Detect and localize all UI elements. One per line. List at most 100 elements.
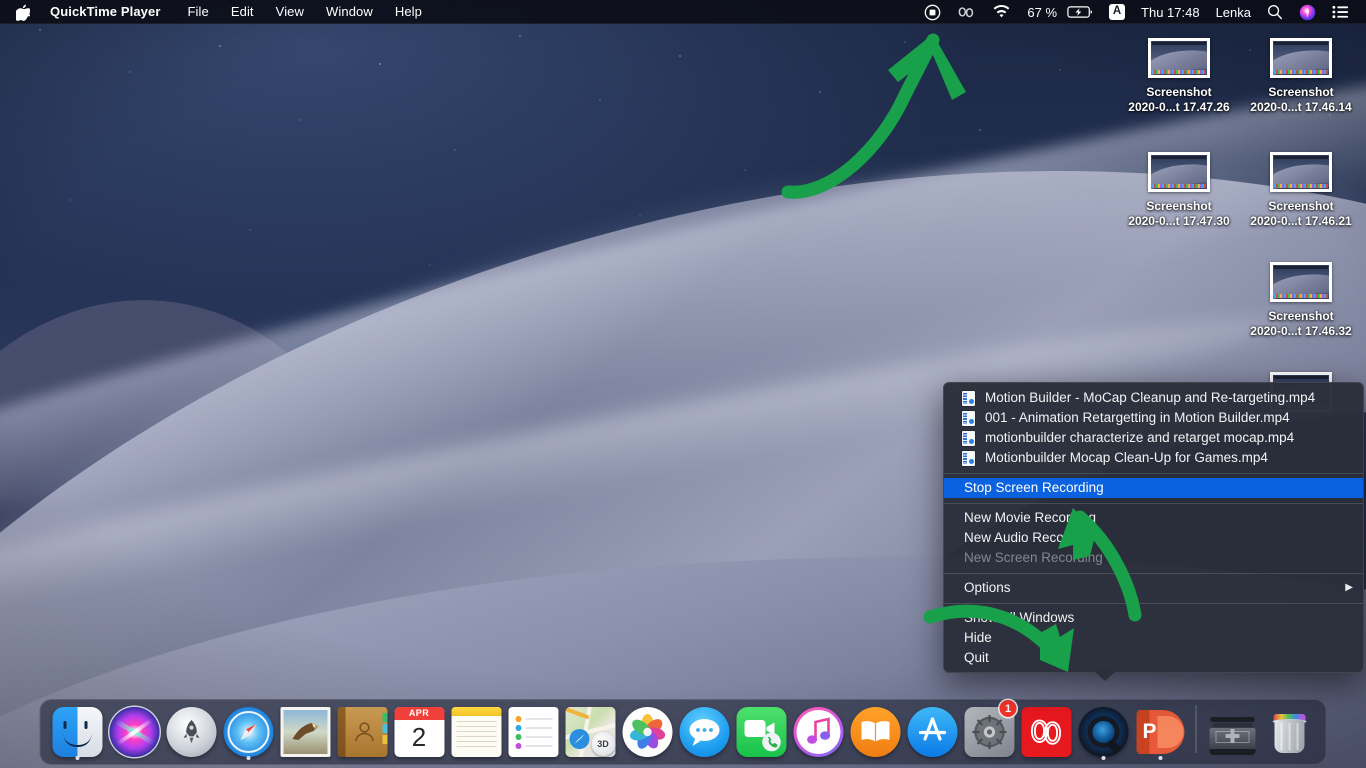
creative-cloud-icon bbox=[1021, 707, 1071, 757]
menubar-clock[interactable]: Thu 17:48 bbox=[1133, 0, 1208, 24]
dock-item-siri[interactable]: Siri bbox=[106, 698, 163, 760]
menubar-app-name[interactable]: QuickTime Player bbox=[40, 0, 176, 24]
menu-item-label: Motion Builder - MoCap Cleanup and Re-ta… bbox=[985, 390, 1316, 405]
screenshot-thumbnail bbox=[1148, 152, 1210, 192]
siri-icon[interactable] bbox=[1291, 0, 1324, 24]
desktop-icon-label-line2: 2020-0...t 17.46.32 bbox=[1250, 324, 1352, 338]
desktop-screen: QuickTime Player File Edit View Window H… bbox=[0, 0, 1366, 768]
search-icon[interactable] bbox=[1259, 0, 1291, 24]
dock-item-notes[interactable]: Notes bbox=[448, 698, 505, 760]
menubar-menu-help[interactable]: Help bbox=[384, 0, 433, 24]
wifi-icon[interactable] bbox=[984, 0, 1019, 24]
desktop-icon-screenshot-4[interactable]: Screenshot 2020-0...t 17.46.21 bbox=[1238, 152, 1364, 229]
menu-pointer-triangle bbox=[1094, 671, 1116, 681]
dock-item-quicktime-player[interactable]: QuickTime Player bbox=[1075, 698, 1132, 760]
desktop-icon-screenshot-1[interactable]: Screenshot 2020-0...t 17.47.26 bbox=[1116, 38, 1242, 115]
menu-bar: QuickTime Player File Edit View Window H… bbox=[0, 0, 1366, 24]
menu-separator bbox=[944, 503, 1363, 504]
menu-item-recent-file[interactable]: motionbuilder characterize and retarget … bbox=[944, 428, 1363, 448]
movie-file-icon bbox=[962, 410, 975, 426]
menu-item-label: New Screen Recording bbox=[964, 550, 1103, 565]
running-indicator bbox=[1158, 756, 1162, 760]
dock-item-creative-cloud[interactable]: Adobe Creative Cloud bbox=[1018, 698, 1075, 760]
screenshot-thumbnail bbox=[1270, 262, 1332, 302]
trash-icon bbox=[1264, 707, 1314, 757]
dock-item-itunes[interactable]: iTunes bbox=[790, 698, 847, 760]
dock-item-downloads-stack[interactable]: Downloads bbox=[1204, 698, 1261, 760]
desktop-icon-label-line2: 2020-0...t 17.46.14 bbox=[1250, 100, 1352, 114]
menubar-menu-edit[interactable]: Edit bbox=[220, 0, 265, 24]
dock-item-books[interactable]: Books bbox=[847, 698, 904, 760]
menu-item-label: Motionbuilder Mocap Clean-Up for Games.m… bbox=[985, 450, 1268, 465]
running-indicator bbox=[75, 756, 79, 760]
stop-recording-icon[interactable] bbox=[916, 0, 949, 24]
apple-logo-icon[interactable] bbox=[12, 4, 40, 21]
messages-icon bbox=[679, 707, 729, 757]
movie-file-icon bbox=[962, 450, 975, 466]
list-icon[interactable] bbox=[1324, 0, 1357, 24]
powerpoint-icon: P bbox=[1135, 707, 1185, 757]
dock-item-reminders[interactable]: Reminders bbox=[505, 698, 562, 760]
menu-item-show-all-windows[interactable]: Show All Windows bbox=[944, 608, 1363, 628]
creative-cloud-icon[interactable] bbox=[949, 0, 984, 24]
dock: Finder Siri Launchpad bbox=[39, 698, 1327, 765]
desktop-icon-screenshot-2[interactable]: Screenshot 2020-0...t 17.46.14 bbox=[1238, 38, 1364, 115]
dock-item-app-store[interactable]: App Store bbox=[904, 698, 961, 760]
menu-item-new-movie-recording[interactable]: New Movie Recording bbox=[944, 508, 1363, 528]
desktop-icon-label-line1: Screenshot bbox=[1268, 85, 1334, 99]
notification-badge: 1 bbox=[999, 700, 1017, 717]
dock-item-calendar[interactable]: APR 2 Calendar bbox=[391, 698, 448, 760]
dock-item-mail[interactable]: Mail bbox=[277, 698, 334, 760]
menubar-menu-file[interactable]: File bbox=[176, 0, 219, 24]
reminders-icon bbox=[508, 707, 558, 757]
launchpad-icon bbox=[166, 707, 216, 757]
dock-item-powerpoint[interactable]: P Microsoft PowerPoint bbox=[1132, 698, 1189, 760]
menu-item-new-audio-recording[interactable]: New Audio Recording bbox=[944, 528, 1363, 548]
menubar-menu-window[interactable]: Window bbox=[315, 0, 384, 24]
desktop-icon-screenshot-5[interactable]: Screenshot 2020-0...t 17.46.32 bbox=[1238, 262, 1364, 339]
menu-item-hide[interactable]: Hide bbox=[944, 628, 1363, 648]
menu-item-stop-screen-recording[interactable]: Stop Screen Recording bbox=[944, 478, 1363, 498]
desktop-icon-screenshot-3[interactable]: Screenshot 2020-0...t 17.47.30 bbox=[1116, 152, 1242, 229]
menu-separator bbox=[944, 473, 1363, 474]
desktop-icon-label-line2: 2020-0...t 17.46.21 bbox=[1250, 214, 1352, 228]
menubar-user-name[interactable]: Lenka bbox=[1208, 0, 1259, 24]
menu-item-recent-file[interactable]: Motionbuilder Mocap Clean-Up for Games.m… bbox=[944, 448, 1363, 468]
chevron-right-icon: ▶ bbox=[1345, 582, 1353, 593]
safari-icon bbox=[223, 707, 273, 757]
facetime-icon bbox=[736, 707, 786, 757]
dock-item-contacts[interactable]: Contacts bbox=[334, 698, 391, 760]
dock-item-finder[interactable]: Finder bbox=[49, 698, 106, 760]
screenshot-thumbnail bbox=[1148, 38, 1210, 78]
battery-charging-icon[interactable] bbox=[1065, 0, 1101, 24]
dock-item-safari[interactable]: Safari bbox=[220, 698, 277, 760]
menu-item-label: New Audio Recording bbox=[964, 530, 1094, 545]
dock-item-facetime[interactable]: FaceTime bbox=[733, 698, 790, 760]
dock-item-system-preferences[interactable]: 1 bbox=[961, 698, 1018, 760]
battery-percent-label[interactable]: 67 % bbox=[1019, 0, 1065, 24]
menu-item-label: Stop Screen Recording bbox=[964, 480, 1104, 495]
menu-item-label: 001 - Animation Retargetting in Motion B… bbox=[985, 410, 1290, 425]
dock-item-photos[interactable]: Photos bbox=[619, 698, 676, 760]
menubar-menu-view[interactable]: View bbox=[265, 0, 315, 24]
running-indicator bbox=[1101, 756, 1105, 760]
dock-item-trash[interactable]: Trash bbox=[1261, 698, 1318, 760]
dock-item-launchpad[interactable]: Launchpad bbox=[163, 698, 220, 760]
desktop-icon-label-line1: Screenshot bbox=[1146, 199, 1212, 213]
keyboard-input-indicator[interactable]: A bbox=[1101, 0, 1133, 24]
mail-icon bbox=[280, 707, 330, 757]
menu-item-recent-file[interactable]: 001 - Animation Retargetting in Motion B… bbox=[944, 408, 1363, 428]
menu-item-label: Show All Windows bbox=[964, 610, 1075, 625]
menu-separator bbox=[944, 573, 1363, 574]
menu-item-label: Options bbox=[964, 580, 1011, 595]
menu-item-new-screen-recording: New Screen Recording bbox=[944, 548, 1363, 568]
dock-item-maps[interactable]: 3D Maps bbox=[562, 698, 619, 760]
screenshot-thumbnail bbox=[1270, 152, 1332, 192]
itunes-icon bbox=[793, 707, 843, 757]
dock-item-messages[interactable]: Messages bbox=[676, 698, 733, 760]
menu-item-label: motionbuilder characterize and retarget … bbox=[985, 430, 1295, 445]
menu-item-options[interactable]: Options ▶ bbox=[944, 578, 1363, 598]
menu-item-quit[interactable]: Quit bbox=[944, 648, 1363, 668]
desktop-icon-label-line1: Screenshot bbox=[1146, 85, 1212, 99]
menu-item-recent-file[interactable]: Motion Builder - MoCap Cleanup and Re-ta… bbox=[944, 388, 1363, 408]
